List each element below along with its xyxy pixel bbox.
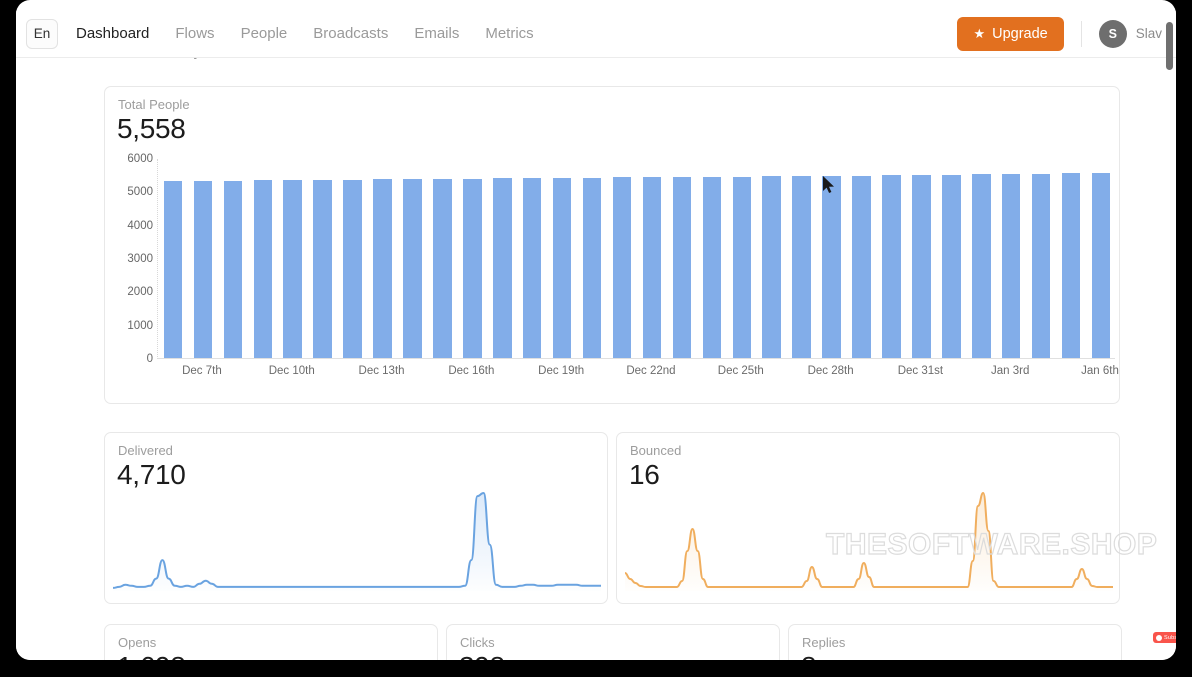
sparkline-path [113,492,601,589]
bar-chart-plot-area [157,159,1115,359]
bar-chart-bar[interactable] [792,176,811,358]
navbar-divider [1080,20,1082,47]
dashboard-content: Total People 5,558 0 1000 2000 3000 4000 5000… [16,58,1176,660]
bar-chart-bar[interactable] [822,175,841,358]
card-bounced: Bounced 16 [616,432,1120,604]
bar-chart-bar[interactable] [642,177,662,358]
y-axis-tick: 0 [146,353,153,365]
subscribe-badge-label: Subscribe [1164,634,1176,641]
bar-chart-bar[interactable] [522,178,542,358]
x-axis-tick: Dec 10th [268,365,315,377]
avatar[interactable]: S [1098,19,1127,48]
nav-item-flows[interactable]: Flows [175,25,214,42]
bar-chart-bar[interactable] [612,177,632,358]
x-axis-tick: Jan 3rd [991,365,1030,377]
nav-item-metrics[interactable]: Metrics [485,25,533,42]
bar-chart-bar[interactable] [882,175,901,358]
card-replies-label: Replies [802,635,846,650]
bar-chart-bar[interactable] [1031,173,1051,358]
y-axis-tick: 2000 [127,286,153,299]
x-axis-tick: Dec 28th [807,365,854,377]
bar-chart-bar[interactable] [672,177,692,358]
delivered-sparkline [113,492,601,591]
bar-chart-bar[interactable] [313,179,332,358]
card-delivered-label: Delivered [118,443,173,458]
bar-chart-bar[interactable] [1091,172,1111,358]
card-total-people: Total People 5,558 0 1000 2000 3000 4000 5000… [104,86,1120,404]
x-axis-tick: Dec 25th [717,365,764,377]
bar-chart-bar[interactable] [582,177,602,358]
bar-chart-bar[interactable] [163,181,183,358]
bar-chart-bar[interactable] [762,176,781,358]
youtube-icon [1156,634,1162,641]
subscribe-badge[interactable]: Subscribe [1153,632,1176,643]
x-axis-tick: Dec 19th [538,365,585,377]
bar-chart-bar[interactable] [942,174,961,358]
nav-item-emails[interactable]: Emails [414,25,459,42]
bar-chart-bar[interactable] [193,180,213,358]
bar-chart-bar[interactable] [283,180,302,358]
bar-chart-bar[interactable] [972,174,991,358]
card-clicks: Clicks 398 [446,624,780,660]
bar-chart-bar[interactable] [403,179,422,358]
bar-chart-bar[interactable] [433,178,452,358]
bar-chart-bar[interactable] [493,178,512,358]
y-axis-tick: 6000 [127,153,153,165]
bounced-sparkline [625,492,1113,591]
card-total-people-label: Total People [118,97,190,112]
card-clicks-label: Clicks [460,635,495,650]
card-bounced-label: Bounced [630,443,682,458]
language-selector[interactable]: En [26,18,58,49]
bar-chart-bar[interactable] [343,179,362,358]
nav-item-dashboard[interactable]: Dashboard [76,25,149,42]
bar-chart-bar[interactable] [552,177,572,358]
y-axis-labels: 0 1000 2000 3000 4000 5000 6000 [109,153,153,365]
upgrade-button-label: Upgrade [992,25,1048,42]
x-axis-tick: Dec 22nd [626,365,676,377]
sparkline-area [113,493,601,591]
bar-chart-bar[interactable] [1001,174,1021,358]
username-label[interactable]: Slav [1136,26,1162,41]
x-axis-tick: Jan 6th [1081,365,1119,377]
card-opens-value: 1,698 [117,651,186,660]
top-navbar: En Dashboard Flows People Broadcasts Ema… [16,10,1176,58]
bar-chart-bar[interactable] [253,180,273,358]
x-axis-tick: Dec 31st [897,365,944,377]
total-people-bar-chart: 0 1000 2000 3000 4000 5000 6000 Dec 7th Dec 10t… [105,153,1121,399]
x-axis-labels: Dec 7th Dec 10th Dec 13th Dec 16th Dec 19th D… [157,365,1119,385]
card-opens-label: Opens [118,635,157,650]
bar-chart-bar[interactable] [852,175,871,358]
nav-item-people[interactable]: People [241,25,288,42]
bar-chart-bar[interactable] [732,176,752,358]
vertical-scrollbar[interactable] [1166,12,1173,660]
y-axis-tick: 1000 [127,319,153,332]
card-clicks-value: 398 [459,651,505,660]
scrollbar-thumb[interactable] [1166,22,1173,70]
bar-chart-bar[interactable] [463,178,482,358]
y-axis-tick: 3000 [127,253,153,265]
card-total-people-value: 5,558 [117,113,186,144]
x-axis-tick: Dec 16th [448,365,495,377]
app-window: Summary En Dashboard Flows People Broadc… [16,0,1176,660]
x-axis-tick: Dec 13th [358,365,405,377]
mouse-cursor [823,176,834,193]
bar-chart-bar[interactable] [702,176,722,358]
bar-chart-bar[interactable] [373,179,392,358]
card-replies-value: 8 [801,651,817,660]
nav-item-broadcasts[interactable]: Broadcasts [313,25,388,42]
bar-chart-bar[interactable] [1061,173,1081,358]
upgrade-button[interactable]: ★ Upgrade [957,16,1064,51]
y-axis-tick: 4000 [127,219,153,232]
star-icon: ★ [973,26,986,41]
navbar-right-group: ★ Upgrade S Slav [957,16,1162,51]
bar-chart-bar[interactable] [912,175,931,358]
card-delivered: Delivered 4,710 [104,432,608,604]
bar-chart-bar[interactable] [223,180,243,358]
card-replies: Replies 8 [788,624,1122,660]
y-axis-tick: 5000 [127,186,153,199]
x-axis-tick: Dec 7th [182,365,222,377]
card-opens: Opens 1,698 [104,624,438,660]
